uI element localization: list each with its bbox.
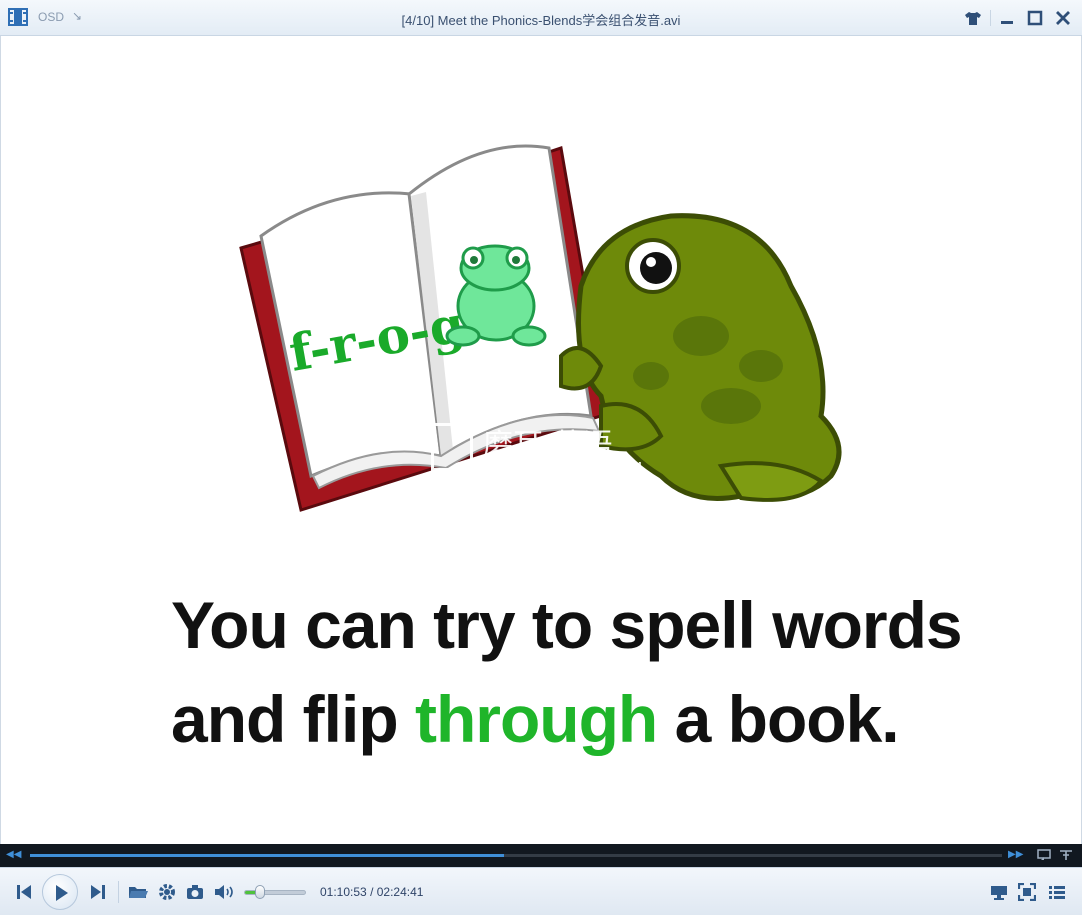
rewind-icon[interactable]: ◀◀	[6, 849, 21, 860]
volume-knob[interactable]	[255, 885, 265, 899]
watermark-text: 磨耳 英语	[483, 428, 613, 463]
volume-icon[interactable]	[214, 884, 236, 900]
screenshot-icon[interactable]	[186, 884, 204, 900]
caption-highlight-word: through	[415, 682, 658, 756]
play-button[interactable]	[42, 874, 78, 910]
title-separator	[990, 10, 991, 26]
watermark-logo-icon	[431, 422, 473, 471]
seek-track[interactable]	[30, 854, 1002, 857]
minimize-icon[interactable]	[998, 9, 1016, 27]
caption-line-2: and flip through a book.	[171, 672, 962, 766]
control-bar: 01:10:53 / 02:24:41	[0, 867, 1082, 915]
open-folder-icon[interactable]	[128, 884, 148, 900]
total-time: 02:24:41	[376, 885, 424, 899]
play-icon	[56, 885, 68, 901]
video-area[interactable]: f-r-o-g 磨耳 英语 O.COM You can try to spell…	[0, 36, 1082, 844]
caption-text-after: a book.	[674, 682, 900, 756]
display-icon[interactable]	[990, 884, 1008, 900]
watermark-subtext: O.COM	[593, 460, 644, 474]
pin-icon[interactable]	[1058, 848, 1074, 862]
seek-bar: ◀◀ ▶▶	[0, 844, 1082, 867]
shirt-icon[interactable]	[964, 9, 982, 27]
subtitle-caption: You can try to spell words and flip thro…	[171, 578, 963, 766]
fast-forward-icon[interactable]: ▶▶	[1008, 849, 1023, 860]
seek-progress	[30, 854, 504, 857]
maximize-icon[interactable]	[1026, 9, 1044, 27]
time-separator: /	[370, 885, 374, 899]
watermark: 磨耳 英语 O.COM	[431, 420, 642, 474]
repeat-icon[interactable]	[1036, 848, 1052, 862]
window-title: [4/10] Meet the Phonics-Blends学会组合发音.avi	[401, 13, 681, 28]
control-separator	[118, 881, 119, 903]
close-icon[interactable]	[1054, 9, 1072, 27]
caption-text-before: and flip	[171, 682, 399, 756]
playlist-icon[interactable]	[1048, 884, 1066, 900]
volume-slider[interactable]	[244, 890, 306, 895]
caption-line-1: You can try to spell words	[171, 588, 963, 662]
previous-icon[interactable]	[16, 883, 32, 901]
current-time: 01:10:53	[320, 885, 367, 899]
title-bar: OSD ↘ [4/10] Meet the Phonics-Blends学会组合…	[0, 0, 1082, 36]
time-display: 01:10:53 / 02:24:41	[320, 885, 423, 899]
next-icon[interactable]	[90, 883, 106, 901]
fullscreen-icon[interactable]	[1018, 883, 1036, 901]
settings-icon[interactable]	[158, 883, 176, 901]
